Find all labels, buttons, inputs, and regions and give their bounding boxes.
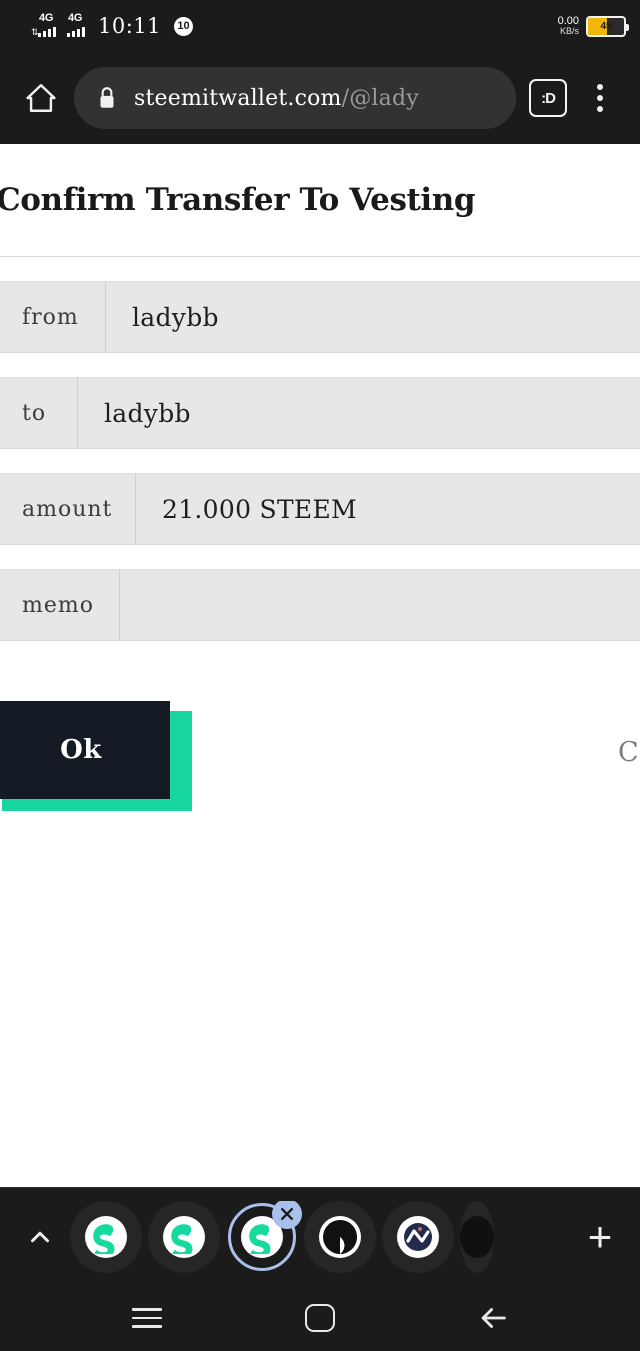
notification-count-badge: 10: [174, 16, 194, 36]
row-value-to: ladybb: [78, 377, 640, 449]
browser-toolbar: steemitwallet.com/@lady :D: [0, 52, 640, 144]
page-content: Confirm Transfer To Vesting from ladybb …: [0, 144, 640, 1185]
row-label-memo: memo: [0, 569, 120, 641]
network-speed-indicator: 0.00 KB/s: [558, 15, 579, 37]
tab-item-2[interactable]: [148, 1200, 220, 1273]
battery-icon: 45: [586, 15, 629, 37]
smiley-icon: :D: [529, 79, 567, 117]
steem-icon: [85, 1215, 127, 1258]
tab-list: [70, 1200, 570, 1273]
status-bar-clock: 10:11: [98, 14, 162, 38]
tab-item-3-active[interactable]: [226, 1200, 302, 1273]
tab-item-6-partial[interactable]: [460, 1200, 494, 1273]
row-label-to: to: [0, 377, 78, 449]
home-button[interactable]: [14, 71, 68, 125]
row-label-amount: amount: [0, 473, 136, 545]
action-buttons: Ok C: [0, 701, 640, 831]
android-nav-bar: [0, 1285, 640, 1351]
row-value-from: ladybb: [106, 281, 640, 353]
table-row-to: to ladybb: [0, 377, 640, 449]
signal-strength-icon-1: 4G ⇅: [31, 12, 56, 37]
recents-button[interactable]: [107, 1285, 187, 1351]
table-row-from: from ladybb: [0, 281, 640, 353]
ok-button-wrap: Ok: [0, 701, 192, 811]
battery-percent-label: 45: [600, 20, 612, 32]
chevron-up-icon: [31, 1231, 49, 1242]
tab-item-5[interactable]: [382, 1200, 454, 1273]
table-row-amount: amount 21.000 STEEM: [0, 473, 640, 545]
row-label-from: from: [0, 281, 106, 353]
steem-icon: [163, 1215, 205, 1258]
tab-item-1[interactable]: [70, 1200, 142, 1273]
smiley-tab-button[interactable]: :D: [522, 72, 574, 124]
url-path: /@lady: [341, 85, 419, 111]
url-domain: steemitwallet.com: [134, 85, 342, 111]
overflow-menu-icon: [597, 84, 603, 112]
home-pill-icon: [304, 1304, 335, 1332]
collapse-tabstrip-button[interactable]: [10, 1207, 70, 1267]
row-value-memo: [120, 569, 640, 641]
ok-button[interactable]: Ok: [0, 701, 170, 799]
network-type-label-1: 4G: [39, 12, 54, 24]
recents-icon: [131, 1308, 162, 1328]
back-button[interactable]: [453, 1285, 533, 1351]
table-row-memo: memo: [0, 569, 640, 641]
status-bar: 4G ⇅ 4G 10:11 10 0.00 KB/s 45: [0, 0, 640, 52]
lock-icon: [96, 85, 118, 111]
url-text: steemitwallet.com/@lady: [134, 86, 419, 111]
phone-screen: 4G ⇅ 4G 10:11 10 0.00 KB/s 45 steemitwal…: [0, 0, 640, 1351]
network-type-label-2: 4G: [68, 12, 83, 24]
signal-strength-icon-2: 4G: [65, 12, 85, 37]
transfer-details-table: from ladybb to ladybb amount 21.000 STEE…: [0, 281, 640, 641]
new-tab-button[interactable]: +: [570, 1207, 630, 1267]
home-nav-button[interactable]: [280, 1285, 360, 1351]
cancel-button[interactable]: C: [618, 737, 639, 768]
back-arrow-icon: [481, 1308, 507, 1328]
close-icon: [281, 1207, 293, 1220]
data-transfer-arrows-icon: ⇅: [31, 27, 39, 37]
signal-bars-1: [38, 27, 56, 37]
ncase-icon: [397, 1215, 439, 1258]
globe-icon: [319, 1215, 361, 1258]
network-speed-unit: KB/s: [559, 26, 579, 37]
url-bar[interactable]: steemitwallet.com/@lady: [74, 67, 516, 129]
status-bar-right: 0.00 KB/s 45: [558, 15, 629, 37]
partial-tab-icon: [460, 1215, 494, 1258]
tab-item-4[interactable]: [304, 1200, 376, 1273]
signal-bars-2: [67, 27, 85, 37]
browser-menu-button[interactable]: [574, 72, 626, 124]
row-value-amount: 21.000 STEEM: [136, 473, 640, 545]
title-divider: [0, 256, 640, 257]
home-icon: [26, 84, 56, 112]
close-tab-button[interactable]: [272, 1200, 302, 1229]
status-bar-left: 4G ⇅ 4G 10:11 10: [31, 12, 194, 38]
browser-tab-strip: +: [0, 1187, 640, 1285]
page-title: Confirm Transfer To Vesting: [0, 182, 476, 218]
